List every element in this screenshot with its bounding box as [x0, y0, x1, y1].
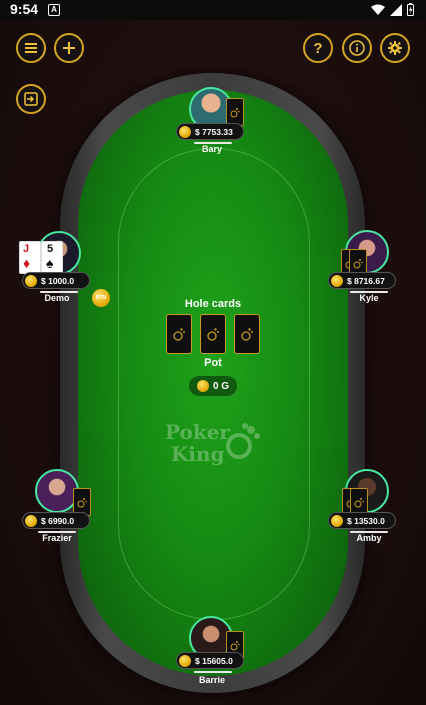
coin-icon	[25, 274, 37, 287]
coin-icon	[179, 654, 191, 667]
menu-button[interactable]	[16, 33, 46, 63]
battery-icon	[407, 3, 414, 16]
info-icon	[349, 40, 365, 56]
player-name: Barrie	[198, 675, 225, 685]
community-card	[200, 314, 226, 354]
add-button[interactable]	[54, 33, 84, 63]
chip-count: $ 6990.0	[22, 512, 90, 529]
card-back-icon	[226, 98, 244, 126]
info-button[interactable]	[342, 33, 372, 63]
pot-label: Pot	[204, 357, 222, 369]
gear-icon	[388, 41, 402, 55]
notification-icon: A	[48, 4, 60, 16]
chip-count: $ 13530.0	[328, 512, 396, 529]
card-back-icon	[207, 328, 219, 341]
chip-count: $ 8716.67	[328, 272, 396, 289]
status-time: 9:54	[10, 1, 39, 17]
community-card	[234, 314, 260, 354]
exit-button[interactable]	[16, 84, 46, 114]
timer-bar	[194, 671, 232, 673]
coin-icon	[196, 380, 209, 392]
player-name: Amby	[356, 533, 382, 543]
coin-icon	[331, 274, 343, 287]
coin-icon	[25, 514, 37, 527]
help-button[interactable]: ?	[303, 33, 333, 63]
chip-count: $ 15605.0	[176, 652, 244, 669]
community-card	[166, 314, 192, 354]
poker-king-logo: Poker King	[163, 420, 263, 468]
status-bar: 9:54 A	[0, 0, 426, 20]
player-name: Frazier	[42, 533, 72, 543]
help-icon: ?	[313, 39, 323, 57]
wifi-icon	[371, 4, 385, 15]
pot-pill: 0 G	[189, 376, 237, 396]
coin-icon	[331, 514, 343, 527]
dealer-button: BTN	[92, 289, 110, 307]
card-back-icon	[241, 328, 253, 341]
status-icons	[371, 3, 414, 16]
settings-button[interactable]	[380, 33, 410, 63]
menu-icon	[25, 43, 37, 53]
card-back-icon	[173, 328, 185, 341]
exit-icon	[24, 92, 38, 106]
player-name: Demo	[44, 293, 70, 303]
hero-card: 5 ♠	[41, 241, 63, 274]
plus-icon	[63, 42, 75, 54]
player-name: Bary	[201, 144, 222, 154]
hero-card: J ♦	[19, 241, 41, 274]
crown-icon	[226, 423, 260, 459]
pot-value: 0 G	[212, 380, 230, 392]
chip-count: $ 7753.33	[176, 123, 244, 140]
coin-icon	[179, 125, 191, 138]
chip-count: $ 1000.0	[22, 272, 90, 289]
player-name: Kyle	[359, 293, 379, 303]
signal-icon	[390, 3, 402, 16]
hole-cards-label: Hole cards	[184, 298, 242, 310]
